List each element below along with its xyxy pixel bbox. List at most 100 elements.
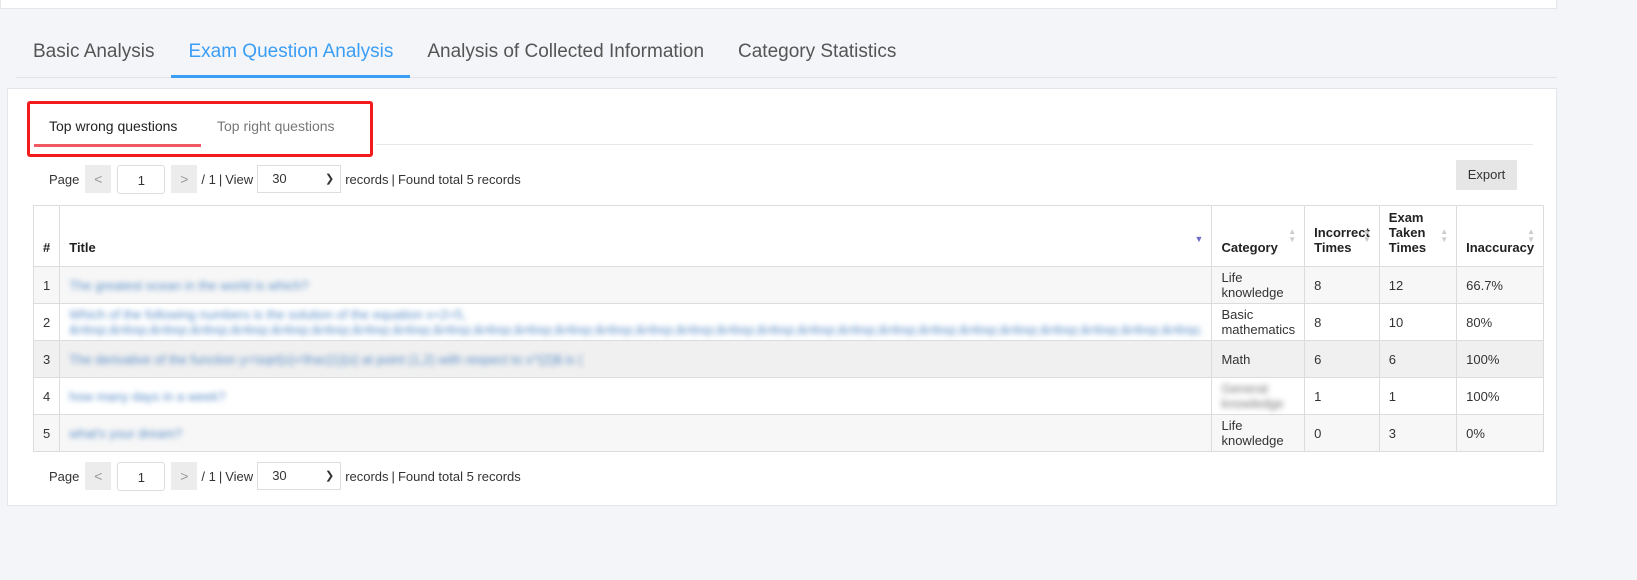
subtab-highlight-box: Top wrong questions Top right questions	[27, 101, 373, 157]
col-title-label: Title	[69, 240, 96, 255]
top-bar	[0, 0, 1557, 9]
content-panel: Top wrong questions Top right questions …	[7, 88, 1557, 506]
category-cell: General knowledge	[1221, 381, 1284, 411]
exam-taken-cell: 3	[1378, 414, 1458, 452]
sort-icon[interactable]: ▲ ▼	[1363, 228, 1371, 244]
inaccuracy-cell: 66.7%	[1466, 277, 1503, 293]
question-title-cell: The greatest ocean in the world is which…	[59, 266, 1213, 304]
inaccuracy-cell: 100%	[1456, 340, 1545, 378]
col-inaccuracy-label: Inaccuracy	[1466, 240, 1535, 255]
row-number: 2	[43, 314, 51, 330]
incorrect-times-cell: 1	[1314, 388, 1322, 404]
subtab-divider	[376, 144, 1533, 145]
col-taken-label: Exam Taken Times	[1388, 210, 1427, 255]
table-row: 3 The derivative of the function y=\sqrt{…	[32, 340, 1545, 378]
page-size-select[interactable]: 30 ❯	[257, 165, 342, 193]
row-number: 4	[43, 388, 51, 404]
incorrect-times-cell: 6	[1304, 340, 1380, 378]
question-title-link[interactable]: what's your dream?	[69, 426, 182, 441]
found-text: Found total 5 records	[397, 468, 521, 484]
category-cell: Life knowledge	[1221, 270, 1284, 300]
question-title-link[interactable]: The derivative of the function y=\sqrt{x…	[69, 352, 582, 367]
total-pages: / 1	[201, 171, 216, 187]
separator: |	[218, 468, 223, 484]
sort-icon[interactable]: ▲ ▼	[1440, 228, 1448, 244]
col-inaccuracy[interactable]: Inaccuracy ▲ ▼	[1456, 205, 1545, 267]
next-page-button[interactable]: >	[171, 462, 198, 490]
next-page-button[interactable]: >	[171, 165, 198, 193]
question-title-link[interactable]: The greatest ocean in the world is which…	[69, 278, 308, 293]
sort-icon[interactable]: ▲ ▼	[1288, 228, 1296, 244]
question-title-cell: The derivative of the function y=\sqrt{x…	[59, 340, 1213, 378]
table-row: 1 The greatest ocean in the world is whic…	[32, 266, 1545, 304]
inaccuracy-cell: 0%	[1456, 414, 1545, 452]
category-cell: Life knowledge	[1221, 418, 1284, 448]
found-text: Found total 5 records	[397, 171, 521, 187]
inaccuracy-cell: 80%	[1456, 303, 1545, 341]
inaccuracy-cell: 80%	[1466, 314, 1493, 330]
sort-desc-icon[interactable]: ▼	[1195, 234, 1204, 244]
row-number: 5	[43, 425, 51, 441]
page-input[interactable]: 1	[117, 461, 166, 491]
tab-category-statistics[interactable]: Category Statistics	[721, 30, 913, 78]
view-label: View	[225, 468, 254, 484]
question-title-link[interactable]: Which of the following numbers is the so…	[69, 307, 1202, 337]
view-label: View	[225, 171, 254, 187]
export-button[interactable]: Export	[1456, 160, 1517, 190]
subtab-top-right[interactable]: Top right questions	[217, 118, 335, 134]
total-pages: / 1	[201, 468, 216, 484]
exam-taken-cell: 10	[1388, 314, 1404, 330]
col-incorrect-label: Incorrect Times	[1314, 225, 1370, 255]
incorrect-times-cell: 0	[1304, 414, 1380, 452]
tab-collected-information[interactable]: Analysis of Collected Information	[410, 30, 721, 78]
separator: |	[391, 468, 395, 484]
category-cell: Math	[1221, 351, 1251, 367]
subtab-active-underline	[34, 144, 201, 147]
col-category[interactable]: Category ▲ ▼	[1211, 205, 1306, 267]
incorrect-times-cell: 1	[1304, 377, 1380, 415]
exam-taken-cell: 3	[1388, 425, 1397, 441]
exam-taken-cell: 6	[1378, 340, 1458, 378]
prev-page-button[interactable]: <	[85, 165, 112, 193]
page-size-value: 30	[272, 171, 287, 186]
exam-taken-cell: 1	[1378, 377, 1458, 415]
questions-table: # Title ▼ Category ▲ ▼ Incorrect Times ▲ ▼ Ex…	[32, 205, 1545, 452]
incorrect-times-cell: 8	[1304, 266, 1380, 304]
row-number: 1	[43, 277, 51, 293]
question-title-cell: what's your dream?	[59, 414, 1213, 452]
row-number: 3	[32, 340, 61, 378]
main-tabs: Basic Analysis Exam Question Analysis An…	[16, 30, 1557, 78]
separator: |	[218, 171, 223, 187]
subtab-top-wrong[interactable]: Top wrong questions	[49, 118, 177, 134]
incorrect-times-cell: 0	[1314, 425, 1322, 441]
category-cell: Basic mathematics	[1211, 303, 1306, 341]
question-title-cell: how many days in a week?	[59, 377, 1213, 415]
prev-page-button[interactable]: <	[85, 462, 112, 490]
chevron-down-icon: ❯	[324, 470, 335, 482]
question-title-link[interactable]: how many days in a week?	[69, 389, 225, 404]
records-label: records	[345, 468, 389, 484]
inaccuracy-cell: 66.7%	[1456, 266, 1545, 304]
exam-taken-cell: 1	[1388, 388, 1397, 404]
chevron-down-icon: ❯	[324, 173, 335, 185]
sort-icon[interactable]: ▲ ▼	[1527, 228, 1535, 244]
incorrect-times-cell: 8	[1314, 314, 1322, 330]
table-row: 2 Which of the following numbers is the s…	[32, 303, 1545, 341]
row-number: 2	[32, 303, 61, 341]
row-number: 3	[43, 351, 51, 367]
page-label: Page	[49, 468, 80, 484]
col-number: #	[32, 205, 61, 267]
tab-exam-question-analysis[interactable]: Exam Question Analysis	[171, 30, 411, 78]
col-title[interactable]: Title ▼	[59, 205, 1213, 267]
page-size-select[interactable]: 30 ❯	[257, 462, 342, 490]
inaccuracy-cell: 100%	[1466, 351, 1500, 367]
page-input[interactable]: 1	[117, 164, 166, 194]
incorrect-times-cell: 8	[1304, 303, 1380, 341]
col-taken[interactable]: Exam Taken Times ▲ ▼	[1378, 205, 1458, 267]
tab-basic-analysis[interactable]: Basic Analysis	[16, 30, 171, 78]
category-cell: Basic mathematics	[1221, 307, 1296, 337]
inaccuracy-cell: 0%	[1466, 425, 1485, 441]
page-size-value: 30	[272, 468, 287, 483]
category-cell: Math	[1211, 340, 1306, 378]
col-incorrect[interactable]: Incorrect Times ▲ ▼	[1304, 205, 1380, 267]
